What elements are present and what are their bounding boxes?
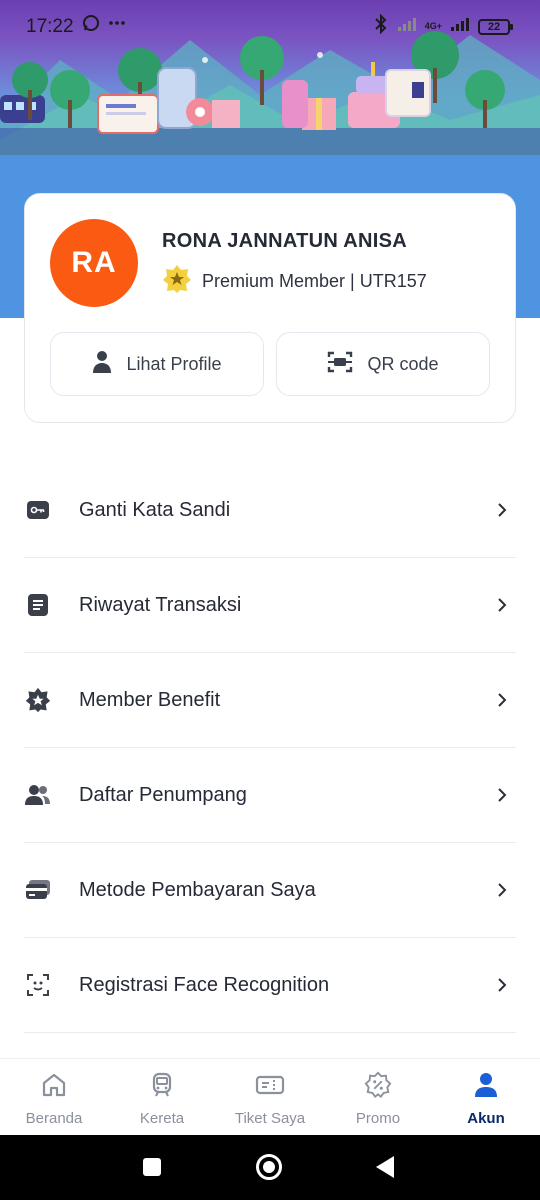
badge-star-icon bbox=[24, 686, 52, 714]
users-icon bbox=[24, 781, 52, 809]
user-icon bbox=[92, 350, 112, 379]
chevron-right-icon bbox=[498, 598, 507, 612]
premium-badge-icon bbox=[162, 264, 192, 299]
whatsapp-icon bbox=[82, 14, 100, 37]
signal-icon bbox=[397, 16, 417, 37]
menu-item-label: Daftar Penumpang bbox=[79, 783, 247, 806]
qr-scan-icon bbox=[327, 350, 353, 379]
membership-row: Premium Member | UTR157 bbox=[162, 264, 427, 299]
signal-icon bbox=[450, 16, 470, 37]
nav-beranda[interactable]: Beranda bbox=[0, 1059, 108, 1136]
avatar: RA bbox=[50, 219, 138, 307]
account-menu: Ganti Kata Sandi Riwayat Transaksi Membe… bbox=[24, 463, 516, 1033]
network-type: 4G+ bbox=[424, 21, 442, 31]
menu-item-transaction-history[interactable]: Riwayat Transaksi bbox=[24, 558, 516, 653]
membership-text: Premium Member | UTR157 bbox=[202, 271, 427, 291]
nav-kereta[interactable]: Kereta bbox=[108, 1059, 216, 1136]
nav-akun[interactable]: Akun bbox=[432, 1059, 540, 1136]
more-icon bbox=[108, 14, 126, 37]
menu-item-face-recognition[interactable]: Registrasi Face Recognition bbox=[24, 938, 516, 1033]
back-button[interactable] bbox=[376, 1156, 394, 1178]
system-navigation-bar bbox=[0, 1135, 540, 1200]
nav-label: Kereta bbox=[139, 1110, 185, 1127]
view-profile-button[interactable]: Lihat Profile bbox=[50, 332, 264, 396]
menu-item-label: Registrasi Face Recognition bbox=[79, 973, 330, 996]
menu-item-label: Member Benefit bbox=[79, 688, 221, 711]
view-profile-label: Lihat Profile bbox=[126, 353, 222, 374]
chevron-right-icon bbox=[498, 978, 507, 992]
menu-item-change-password[interactable]: Ganti Kata Sandi bbox=[24, 463, 516, 558]
profile-card: RA RONA JANNATUN ANISA Premium Member | … bbox=[24, 193, 516, 423]
status-bar: 17:22 4G+ 22 bbox=[0, 0, 540, 52]
ticket-icon bbox=[255, 1071, 285, 1104]
user-icon bbox=[472, 1071, 500, 1104]
face-scan-icon bbox=[24, 971, 52, 999]
user-name: RONA JANNATUN ANISA bbox=[162, 230, 407, 252]
chevron-right-icon bbox=[498, 788, 507, 802]
train-icon bbox=[148, 1071, 176, 1104]
chevron-right-icon bbox=[498, 883, 507, 897]
menu-item-label: Ganti Kata Sandi bbox=[79, 498, 231, 521]
menu-item-label: Riwayat Transaksi bbox=[79, 593, 242, 616]
key-icon bbox=[24, 496, 52, 524]
nav-tiket-saya[interactable]: Tiket Saya bbox=[216, 1059, 324, 1136]
menu-item-label: Metode Pembayaran Saya bbox=[79, 878, 316, 901]
nav-promo[interactable]: Promo bbox=[324, 1059, 432, 1136]
status-time: 17:22 bbox=[26, 16, 74, 37]
home-button[interactable] bbox=[256, 1154, 282, 1180]
card-icon bbox=[24, 876, 52, 904]
recents-button[interactable] bbox=[143, 1158, 161, 1176]
chevron-right-icon bbox=[498, 503, 507, 517]
home-icon bbox=[40, 1071, 68, 1104]
menu-item-member-benefit[interactable]: Member Benefit bbox=[24, 653, 516, 748]
menu-item-payment-methods[interactable]: Metode Pembayaran Saya bbox=[24, 843, 516, 938]
chevron-right-icon bbox=[498, 693, 507, 707]
nav-label: Akun bbox=[467, 1110, 505, 1127]
bottom-navigation: Beranda Kereta Tiket Saya Promo Akun bbox=[0, 1058, 540, 1135]
nav-label: Tiket Saya bbox=[234, 1110, 306, 1127]
discount-icon bbox=[364, 1071, 392, 1104]
qr-code-label: QR code bbox=[367, 353, 439, 374]
bluetooth-icon bbox=[373, 13, 389, 39]
battery-icon: 22 bbox=[478, 18, 513, 35]
nav-label: Promo bbox=[355, 1110, 401, 1127]
qr-code-button[interactable]: QR code bbox=[276, 332, 490, 396]
nav-label: Beranda bbox=[25, 1110, 83, 1127]
menu-item-passenger-list[interactable]: Daftar Penumpang bbox=[24, 748, 516, 843]
document-icon bbox=[24, 591, 52, 619]
